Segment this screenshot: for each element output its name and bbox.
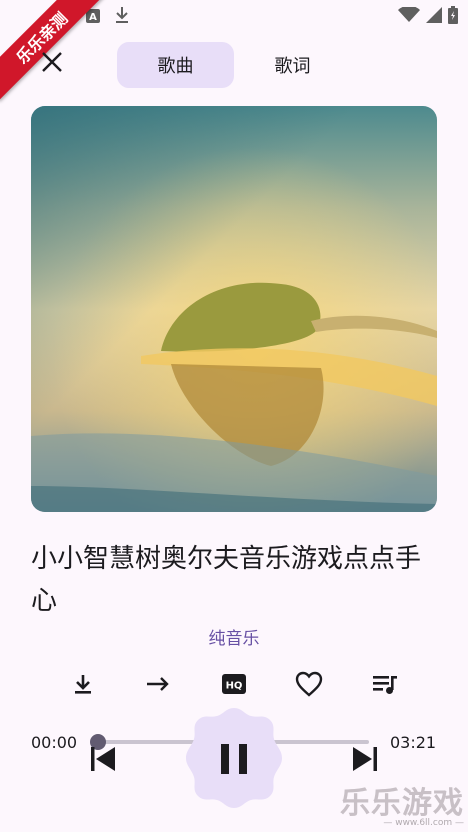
action-row: HQ — [0, 666, 468, 702]
signal-icon — [426, 7, 442, 27]
quality-button[interactable]: HQ — [216, 666, 252, 702]
play-pause-button[interactable] — [178, 702, 290, 814]
watermark-title: 乐乐游戏 — [340, 786, 464, 821]
hq-icon: HQ — [222, 674, 246, 694]
shuffle-arrow-icon — [147, 677, 169, 691]
tab-song-label: 歌曲 — [157, 56, 194, 77]
download-icon — [75, 675, 91, 694]
song-artist[interactable]: 纯音乐 — [0, 624, 468, 649]
tab-song[interactable]: 歌曲 — [117, 42, 234, 88]
playlist-button[interactable] — [367, 666, 403, 702]
tab-lyrics[interactable]: 歌词 — [234, 42, 351, 88]
current-time: 00:00 — [31, 733, 78, 752]
heart-icon — [295, 671, 323, 697]
album-cover — [31, 106, 437, 512]
svg-text:HQ: HQ — [226, 681, 243, 692]
tab-lyrics-label: 歌词 — [274, 56, 311, 77]
playlist-icon — [373, 676, 397, 694]
skip-previous-icon — [91, 747, 115, 771]
song-title: 小小智慧树奥尔夫音乐游戏点点手心 — [31, 544, 422, 616]
favorite-button[interactable] — [291, 666, 327, 702]
next-button[interactable] — [350, 744, 380, 774]
close-icon — [42, 52, 62, 72]
wifi-icon — [398, 5, 420, 27]
skip-next-icon — [353, 747, 377, 771]
battery-icon — [448, 6, 458, 28]
download-button[interactable] — [65, 666, 101, 702]
tab-bar: 歌曲 歌词 — [117, 42, 351, 88]
total-time: 03:21 — [390, 733, 437, 752]
svg-text:A: A — [89, 12, 97, 23]
previous-button[interactable] — [88, 744, 118, 774]
download-icon — [114, 6, 130, 28]
scalloped-background — [186, 708, 282, 808]
site-watermark: 乐乐游戏 — www.6ll.com — — [340, 778, 464, 828]
close-button[interactable] — [38, 48, 66, 76]
play-mode-button[interactable] — [140, 666, 176, 702]
